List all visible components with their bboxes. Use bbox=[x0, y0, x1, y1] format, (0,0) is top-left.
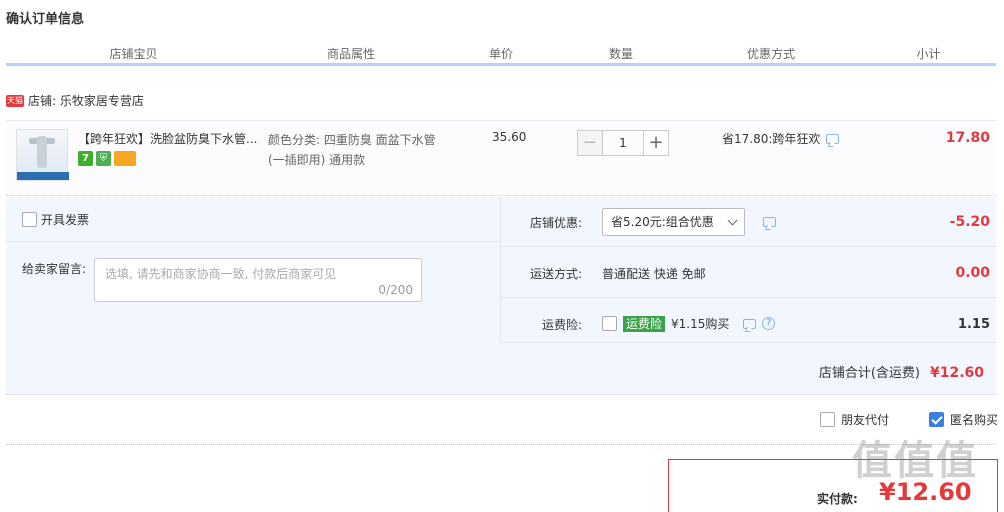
watermark-logo: 值值值 bbox=[852, 438, 978, 484]
friend-pay-option[interactable]: 朋友代付 bbox=[820, 411, 889, 428]
invoice-option[interactable]: 开具发票 bbox=[22, 211, 89, 228]
qty-minus-button[interactable]: − bbox=[577, 130, 603, 156]
shop-total: 店铺合计(含运费) ¥12.60 bbox=[819, 362, 984, 381]
friend-pay-checkbox[interactable] bbox=[820, 412, 835, 427]
qty-plus-button[interactable]: + bbox=[643, 130, 669, 156]
shop-discount-row: 店铺优惠: 省5.20元:组合优惠 -5.20 bbox=[502, 197, 996, 247]
col-shop-item: 店铺宝贝 bbox=[109, 47, 158, 61]
invoice-checkbox[interactable] bbox=[22, 212, 37, 227]
page-title: 确认订单信息 bbox=[6, 12, 85, 27]
discount-info: 省17.80:跨年狂欢 bbox=[722, 130, 840, 147]
chat-icon[interactable] bbox=[763, 217, 776, 227]
quantity-stepper: − 1 + bbox=[577, 130, 669, 156]
insurance-label: 运费险: bbox=[541, 318, 582, 332]
seller-message-input[interactable]: 选填, 请先和商家协商一致, 付款后商家可见 0/200 bbox=[94, 258, 422, 302]
shipping-label: 运送方式: bbox=[529, 267, 582, 281]
chevron-down-icon bbox=[727, 215, 738, 226]
unit-price: 35.60 bbox=[492, 130, 527, 144]
col-unit-price: 单价 bbox=[488, 47, 513, 61]
qty-input[interactable]: 1 bbox=[603, 130, 643, 156]
item-subtotal: 17.80 bbox=[945, 130, 990, 146]
select-value: 省5.20元:组合优惠 bbox=[611, 215, 714, 229]
shipping-value: 普通配送 快递 免邮 bbox=[602, 265, 706, 282]
col-subtotal: 小计 bbox=[916, 47, 941, 61]
col-attributes: 商品属性 bbox=[326, 47, 375, 61]
attr-line: 颜色分类: 四重防臭 面盆下水管 bbox=[268, 133, 436, 147]
order-item-row: 【跨年狂欢】洗脸盆防臭下水管... 7 ⛨ 颜色分类: 四重防臭 面盆下水管 (… bbox=[6, 120, 996, 196]
shop-total-label: 店铺合计(含运费) bbox=[818, 366, 920, 381]
message-placeholder: 选填, 请先和商家协商一致, 付款后商家可见 bbox=[105, 267, 337, 281]
shop-discount-amount: -5.20 bbox=[949, 214, 990, 230]
discount-text: 省17.80:跨年狂欢 bbox=[722, 132, 821, 146]
order-options: 开具发票 给卖家留言: 选填, 请先和商家协商一致, 付款后商家可见 0/200… bbox=[6, 197, 996, 395]
anonymous-option[interactable]: 匿名购买 bbox=[929, 411, 998, 428]
divider bbox=[6, 444, 996, 445]
order-options-left: 开具发票 给卖家留言: 选填, 请先和商家协商一致, 付款后商家可见 0/200 bbox=[6, 197, 501, 343]
insurance-price: ¥1.15购买 bbox=[671, 317, 730, 331]
shop-discount-label: 店铺优惠: bbox=[529, 216, 582, 230]
message-char-count: 0/200 bbox=[378, 283, 413, 297]
chat-icon[interactable] bbox=[826, 133, 840, 144]
shop-name-link[interactable]: 店铺: 乐牧家居专营店 bbox=[28, 92, 144, 109]
column-header: 店铺宝贝 商品属性 单价 数量 优惠方式 小计 bbox=[6, 40, 996, 66]
divider bbox=[6, 241, 501, 242]
insurance-tag: 运费险 bbox=[623, 315, 666, 332]
col-discount: 优惠方式 bbox=[746, 47, 795, 61]
payment-label: 实付款: bbox=[817, 492, 858, 506]
col-quantity: 数量 bbox=[608, 47, 633, 61]
insurance-checkbox[interactable] bbox=[602, 316, 617, 331]
product-attributes: 颜色分类: 四重防臭 面盆下水管 (一插即用) 通用款 bbox=[268, 130, 458, 170]
insurance-row: 运费险: 运费险 ¥1.15购买 ? 1.15 bbox=[502, 298, 996, 343]
shop-row: 天猫 店铺: 乐牧家居专营店 bbox=[6, 92, 144, 109]
attr-line: (一插即用) 通用款 bbox=[268, 153, 366, 167]
chat-icon[interactable] bbox=[743, 318, 757, 329]
tmall-icon: 天猫 bbox=[6, 94, 24, 107]
friend-pay-label: 朋友代付 bbox=[841, 413, 890, 427]
product-thumbnail[interactable] bbox=[16, 129, 69, 181]
shop-total-value: ¥12.60 bbox=[929, 365, 984, 381]
shipping-amount: 0.00 bbox=[955, 265, 990, 281]
shield-icon[interactable]: ⛨ bbox=[96, 151, 111, 166]
message-label: 给卖家留言: bbox=[22, 262, 87, 276]
seven-day-return-icon[interactable]: 7 bbox=[78, 151, 93, 166]
anonymous-label: 匿名购买 bbox=[950, 413, 999, 427]
product-title-link[interactable]: 【跨年狂欢】洗脸盆防臭下水管... bbox=[78, 130, 258, 147]
insurance-value: 运费险 ¥1.15购买 ? bbox=[602, 315, 776, 332]
invoice-label: 开具发票 bbox=[41, 213, 90, 227]
shop-discount-select[interactable]: 省5.20元:组合优惠 bbox=[602, 208, 745, 236]
credit-card-icon[interactable] bbox=[114, 151, 136, 166]
insurance-amount: 1.15 bbox=[957, 317, 990, 332]
service-badges: 7 ⛨ bbox=[78, 151, 136, 166]
shop-discount-value: 省5.20元:组合优惠 bbox=[602, 208, 776, 236]
anonymous-checkbox[interactable] bbox=[929, 412, 944, 427]
shipping-row: 运送方式: 普通配送 快递 免邮 0.00 bbox=[502, 247, 996, 298]
shipping-method: 普通配送 快递 免邮 bbox=[602, 267, 706, 281]
help-icon[interactable]: ? bbox=[762, 317, 776, 330]
